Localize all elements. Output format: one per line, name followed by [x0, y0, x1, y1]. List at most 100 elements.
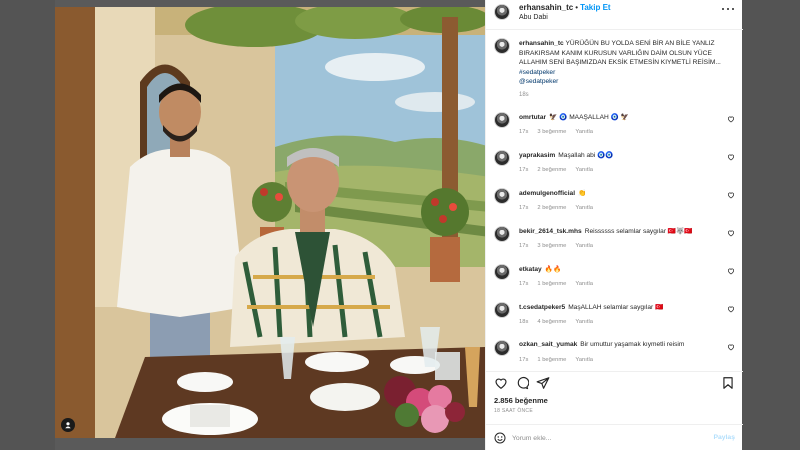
post-sidebar: erhansahin_tc • Takip Et Abu Dabi erhansah… — [485, 0, 743, 450]
heart-icon[interactable] — [727, 267, 735, 275]
bookmark-icon[interactable] — [721, 376, 735, 390]
user-tag-icon[interactable] — [61, 418, 75, 432]
comment-text: Bir umuttur yaşamak kıymetli reisim — [580, 341, 685, 348]
avatar[interactable] — [494, 264, 510, 280]
comment-time: 17s — [519, 205, 529, 211]
comment-likes[interactable]: 2 beğenme — [537, 205, 566, 211]
action-bar — [486, 371, 743, 393]
comment-likes[interactable]: 2 beğenme — [537, 167, 566, 173]
comment-time: 18s — [519, 319, 529, 325]
avatar[interactable] — [494, 188, 510, 204]
comment-username[interactable]: etkatay — [519, 266, 542, 273]
comment-meta: 17s 3 beğenme Yanıtla — [519, 243, 602, 249]
comment-body: ozkan_sait_yumak Bir umuttur yaşamak kıym… — [519, 341, 684, 348]
follow-button[interactable]: Takip Et — [580, 3, 611, 12]
avatar[interactable] — [494, 4, 510, 20]
list-item: omrtutar 🦅 🧿 MAAŞALLAH 🧿 🦅 17s 3 beğenme Ya… — [486, 106, 743, 142]
avatar[interactable] — [494, 302, 510, 318]
reply-button[interactable]: Yanıtla — [575, 167, 593, 173]
reply-button[interactable]: Yanıtla — [575, 281, 593, 287]
header-user-line: erhansahin_tc • Takip Et — [519, 3, 611, 12]
comment-meta: 17s 2 beğenme Yanıtla — [519, 205, 602, 211]
comment-likes[interactable]: 1 beğenme — [537, 281, 566, 287]
comment-text: 🦅 🧿 MAAŞALLAH 🧿 🦅 — [549, 114, 629, 121]
post-comment-button[interactable]: Paylaş — [713, 434, 735, 441]
left-backdrop — [0, 0, 55, 450]
post-caption: erhansahin_tc YÜRÜĞÜN BU YOLDA SENİ BİR … — [486, 31, 743, 101]
list-item: ademulgenofficial 👏 17s 2 beğenme Yanıtla — [486, 182, 743, 218]
comment-body: ademulgenofficial 👏 — [519, 189, 586, 197]
caption-time: 18s — [519, 92, 529, 98]
comment-text: Maşallah abi 🧿🧿 — [558, 152, 614, 159]
share-icon[interactable] — [536, 376, 550, 390]
comment-body: yaprakasim Maşallah abi 🧿🧿 — [519, 151, 614, 159]
caption-username[interactable]: erhansahin_tc — [519, 40, 564, 47]
heart-icon[interactable] — [727, 191, 735, 199]
comment-time: 17s — [519, 129, 529, 135]
comment-meta: 18s 4 beğenme Yanıtla — [519, 319, 602, 325]
comment-username[interactable]: ozkan_sait_yumak — [519, 341, 577, 348]
comment-icon[interactable] — [515, 376, 529, 390]
heart-icon[interactable] — [727, 305, 735, 313]
post-photo[interactable] — [55, 7, 485, 438]
reply-button[interactable]: Yanıtla — [575, 319, 593, 325]
list-item: t.csedatpeker5 MaşALLAH selamlar saygılar… — [486, 296, 743, 332]
comment-text: Reissssss selamlar saygılar 🇹🇷🐺🇹🇷 — [584, 228, 693, 235]
like-count[interactable]: 2.856 beğenme — [494, 396, 548, 405]
reply-button[interactable]: Yanıtla — [575, 357, 593, 363]
list-item: etkatay 🔥🔥 17s 1 beğenme Yanıtla — [486, 258, 743, 294]
comment-likes[interactable]: 3 beğenme — [537, 129, 566, 135]
comment-meta: 17s 3 beğenme Yanıtla — [519, 129, 602, 135]
comment-text: 🔥🔥 — [544, 266, 562, 273]
comment-likes[interactable]: 3 beğenme — [537, 243, 566, 249]
heart-icon[interactable] — [727, 115, 735, 123]
avatar[interactable] — [494, 38, 510, 54]
comment-text: 👏 — [578, 190, 587, 197]
post-time: 18 SAAT ÖNCE — [494, 408, 533, 414]
comment-username[interactable]: yaprakasim — [519, 152, 555, 159]
comment-username[interactable]: omrtutar — [519, 114, 546, 121]
reply-button[interactable]: Yanıtla — [575, 243, 593, 249]
avatar[interactable] — [494, 340, 510, 356]
comment-time: 17s — [519, 243, 529, 249]
caption-mention[interactable]: @sedatpeker — [519, 77, 724, 87]
separator-dot: • — [575, 3, 579, 12]
comment-username[interactable]: bekir_2614_tsk.mhs — [519, 228, 582, 235]
comment-meta: 17s 1 beğenme Yanıtla — [519, 281, 602, 287]
heart-icon[interactable] — [727, 229, 735, 237]
post-header: erhansahin_tc • Takip Et Abu Dabi — [486, 0, 743, 30]
reply-button[interactable]: Yanıtla — [575, 205, 593, 211]
comment-body: omrtutar 🦅 🧿 MAAŞALLAH 🧿 🦅 — [519, 113, 629, 121]
comment-username[interactable]: t.csedatpeker5 — [519, 304, 565, 311]
comment-username[interactable]: ademulgenofficial — [519, 190, 575, 197]
caption-hashtag[interactable]: #sedatpeker — [519, 68, 724, 78]
comment-text: MaşALLAH selamlar saygılar 🇹🇷 — [568, 304, 664, 311]
avatar[interactable] — [494, 112, 510, 128]
username-link[interactable]: erhansahin_tc — [519, 3, 573, 12]
location-link[interactable]: Abu Dabi — [519, 14, 548, 21]
reply-button[interactable]: Yanıtla — [575, 129, 593, 135]
comment-meta: 17s 2 beğenme Yanıtla — [519, 167, 602, 173]
heart-icon[interactable] — [727, 153, 735, 161]
avatar[interactable] — [494, 150, 510, 166]
right-backdrop — [742, 0, 800, 450]
comment-form: Paylaş — [486, 424, 743, 450]
comment-body: t.csedatpeker5 MaşALLAH selamlar saygılar… — [519, 303, 663, 311]
list-item: bekir_2614_tsk.mhs Reissssss selamlar say… — [486, 220, 743, 256]
list-item: ozkan_sait_yumak Bir umuttur yaşamak kıym… — [486, 334, 743, 370]
post-photo-illustration — [55, 7, 485, 438]
list-item: yaprakasim Maşallah abi 🧿🧿 17s 2 beğenme Ya… — [486, 144, 743, 180]
comment-likes[interactable]: 4 beğenme — [537, 319, 566, 325]
comment-time: 17s — [519, 167, 529, 173]
comment-body: bekir_2614_tsk.mhs Reissssss selamlar say… — [519, 227, 693, 235]
comment-input[interactable] — [512, 431, 692, 445]
heart-icon[interactable] — [727, 343, 735, 351]
comment-likes[interactable]: 1 beğenme — [537, 357, 566, 363]
comment-meta: 17s 1 beğenme Yanıtla — [519, 357, 602, 363]
more-horizontal-icon[interactable] — [722, 6, 734, 12]
heart-icon[interactable] — [494, 376, 508, 390]
avatar[interactable] — [494, 226, 510, 242]
caption-text-block: erhansahin_tc YÜRÜĞÜN BU YOLDA SENİ BİR … — [519, 39, 724, 87]
emoji-icon[interactable] — [494, 432, 506, 444]
comment-body: etkatay 🔥🔥 — [519, 265, 561, 273]
